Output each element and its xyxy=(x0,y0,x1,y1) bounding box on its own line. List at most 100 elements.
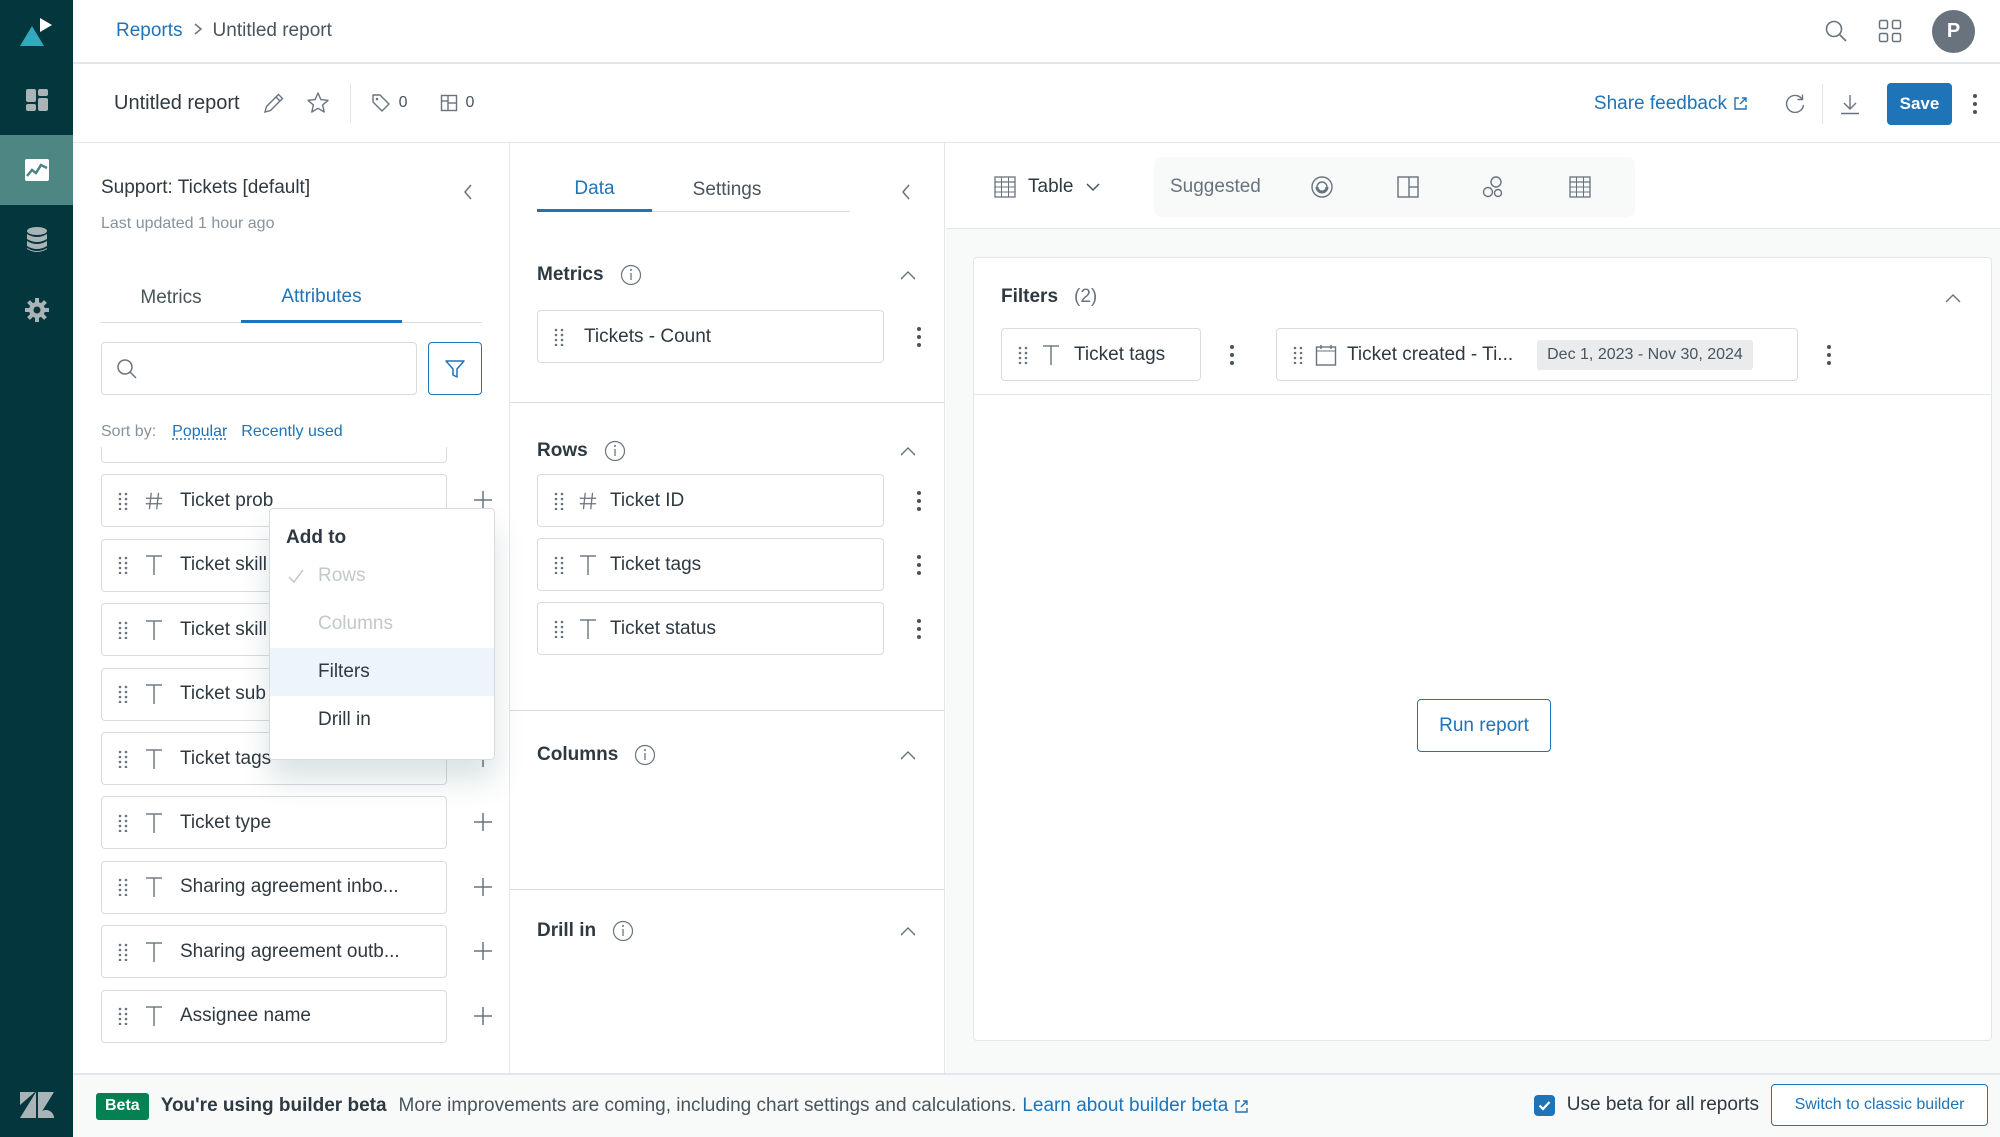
metric-options-button[interactable] xyxy=(909,324,929,350)
beta-bar-actions: Use beta for all reports Switch to class… xyxy=(1533,1084,1988,1126)
collapse-drill-in-button[interactable] xyxy=(898,921,918,941)
attribute-name: Ticket priority xyxy=(180,447,292,448)
info-icon[interactable] xyxy=(604,440,626,462)
metric-item: Tickets - Count xyxy=(537,310,937,363)
favorite-button[interactable] xyxy=(306,91,330,115)
drag-handle-icon[interactable] xyxy=(118,492,128,510)
beta-title: You're using builder beta xyxy=(160,1095,387,1116)
suggested-donut-button[interactable] xyxy=(1309,174,1335,200)
use-beta-checkbox[interactable] xyxy=(1533,1094,1555,1116)
drag-handle-icon[interactable] xyxy=(554,492,564,510)
suggested-table-button[interactable] xyxy=(1567,174,1593,200)
collapse-config-panel-button[interactable] xyxy=(900,183,912,206)
share-feedback-link[interactable]: Share feedback xyxy=(1594,93,1748,115)
product-tray-button[interactable] xyxy=(1878,19,1902,43)
collapse-filters-button[interactable] xyxy=(1944,290,1962,308)
metric-name: Tickets - Count xyxy=(584,325,712,347)
tags-button[interactable]: 0 xyxy=(371,93,408,113)
row-options-button[interactable] xyxy=(909,552,929,578)
drag-handle-icon[interactable] xyxy=(118,1007,128,1026)
add-to-drill-in-option[interactable]: Drill in xyxy=(270,696,494,744)
breadcrumb-reports-link[interactable]: Reports xyxy=(116,20,183,42)
tab-metrics[interactable]: Metrics xyxy=(101,273,241,323)
attribute-filter-button[interactable] xyxy=(428,342,482,395)
add-attribute-button[interactable] xyxy=(471,447,495,448)
info-icon[interactable] xyxy=(620,264,642,286)
suggested-split-button[interactable] xyxy=(1395,174,1421,200)
attribute-card[interactable]: Sharing agreement outb... xyxy=(101,925,447,979)
text-type-icon xyxy=(146,877,162,898)
row-card[interactable]: Ticket tags xyxy=(537,538,884,591)
attribute-card[interactable]: Sharing agreement inbo... xyxy=(101,860,447,914)
product-nav-rail xyxy=(0,0,73,1137)
sort-popular[interactable]: Popular xyxy=(172,423,227,441)
add-attribute-button[interactable] xyxy=(471,810,495,834)
add-attribute-button[interactable] xyxy=(471,939,495,963)
info-icon[interactable] xyxy=(612,920,634,942)
drag-handle-icon[interactable] xyxy=(118,878,128,897)
attribute-search-field[interactable] xyxy=(101,342,417,395)
info-icon[interactable] xyxy=(634,744,656,766)
drag-handle-icon[interactable] xyxy=(118,750,128,768)
filter-options-button[interactable] xyxy=(1222,342,1242,368)
use-beta-label[interactable]: Use beta for all reports xyxy=(1567,1094,1759,1116)
filter-options-button[interactable] xyxy=(1819,342,1839,368)
drag-handle-icon[interactable] xyxy=(118,621,128,639)
row-card[interactable]: Ticket ID xyxy=(537,474,884,527)
drag-handle-icon[interactable] xyxy=(554,620,564,638)
sort-recently-used[interactable]: Recently used xyxy=(241,423,342,441)
attribute-name: Ticket type xyxy=(180,811,272,833)
refresh-button[interactable] xyxy=(1784,93,1806,115)
search-button[interactable] xyxy=(1824,19,1848,43)
tab-data[interactable]: Data xyxy=(537,168,652,212)
add-attribute-button[interactable] xyxy=(471,875,495,899)
dashboards-button[interactable]: 0 xyxy=(440,94,474,112)
drag-handle-icon[interactable] xyxy=(118,685,128,704)
user-avatar[interactable]: P xyxy=(1932,9,1975,53)
add-to-filters-option[interactable]: Filters xyxy=(270,648,494,696)
save-button[interactable]: Save xyxy=(1887,82,1952,125)
collapse-dataset-panel-button[interactable] xyxy=(462,183,474,206)
run-report-button[interactable]: Run report xyxy=(1417,699,1551,752)
text-type-icon xyxy=(1043,344,1059,365)
suggested-bubble-button[interactable] xyxy=(1481,174,1507,200)
visualization-type-select[interactable]: Table xyxy=(994,167,1101,207)
nav-datasets[interactable] xyxy=(0,205,73,275)
more-options-button[interactable] xyxy=(1972,93,1978,115)
tab-attributes[interactable]: Attributes xyxy=(241,273,402,323)
row-card[interactable]: Ticket status xyxy=(537,602,884,655)
zendesk-logo[interactable] xyxy=(0,1073,73,1137)
download-button[interactable] xyxy=(1839,93,1861,115)
learn-about-beta-link[interactable]: Learn about builder beta xyxy=(1022,1095,1249,1117)
tab-settings[interactable]: Settings xyxy=(652,168,802,212)
drag-handle-icon[interactable] xyxy=(118,943,128,961)
drag-handle-icon[interactable] xyxy=(118,556,128,575)
attribute-card[interactable]: Ticket priority xyxy=(101,447,447,463)
drag-handle-icon[interactable] xyxy=(554,556,564,574)
collapse-metrics-button[interactable] xyxy=(898,265,918,285)
metric-card[interactable]: Tickets - Count xyxy=(537,310,884,363)
explore-logo[interactable] xyxy=(0,0,73,64)
filter-chip-ticket-tags[interactable]: Ticket tags xyxy=(1001,328,1201,381)
drag-handle-icon[interactable] xyxy=(554,328,564,346)
nav-dashboards[interactable] xyxy=(0,65,73,135)
drag-handle-icon[interactable] xyxy=(118,814,128,832)
nav-reports[interactable] xyxy=(0,135,73,205)
dashboard-icon xyxy=(25,89,48,111)
filter-chip-ticket-created[interactable]: Ticket created - Ti... Dec 1, 2023 - Nov… xyxy=(1276,328,1798,381)
nav-admin[interactable] xyxy=(0,275,73,345)
switch-to-classic-button[interactable]: Switch to classic builder xyxy=(1771,1084,1988,1126)
row-options-button[interactable] xyxy=(909,616,929,642)
row-options-button[interactable] xyxy=(909,488,929,514)
add-attribute-button[interactable] xyxy=(471,1004,495,1028)
edit-title-button[interactable] xyxy=(262,91,286,115)
attribute-search-input[interactable] xyxy=(148,343,416,394)
drag-handle-icon[interactable] xyxy=(1293,346,1303,364)
drag-handle-icon[interactable] xyxy=(1018,346,1028,364)
kebab-menu-icon xyxy=(917,491,921,511)
collapse-columns-button[interactable] xyxy=(898,745,918,765)
collapse-rows-button[interactable] xyxy=(898,441,918,461)
attribute-card[interactable]: Ticket type xyxy=(101,796,447,850)
text-type-icon xyxy=(145,447,163,448)
attribute-card[interactable]: Assignee name xyxy=(101,989,447,1043)
